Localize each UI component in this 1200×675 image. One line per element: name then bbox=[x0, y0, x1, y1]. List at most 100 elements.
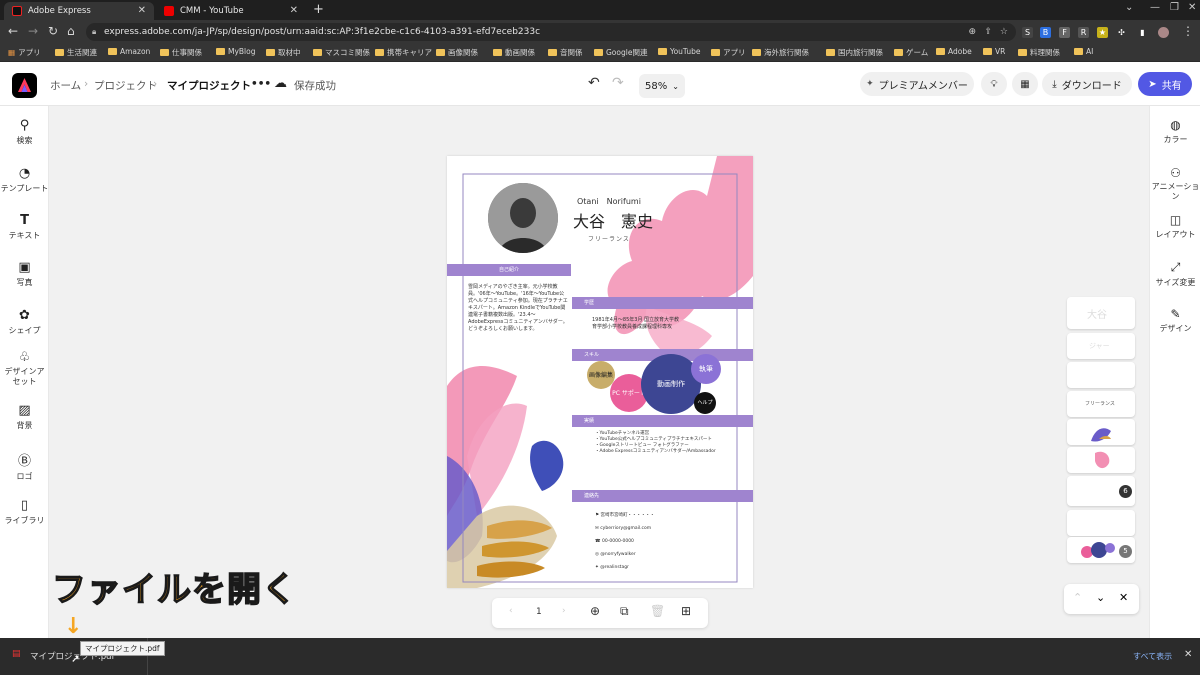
section-header-contact[interactable]: 連絡先 bbox=[572, 490, 753, 502]
layer-thumbnail[interactable]: フリーランス bbox=[1067, 391, 1135, 417]
bookmark-item[interactable]: 料理関係 bbox=[1018, 47, 1060, 58]
sidebar-item-background[interactable]: ▨ 背景 bbox=[0, 403, 49, 431]
new-tab-icon[interactable]: + bbox=[313, 2, 324, 17]
sidebar-item-text[interactable]: T テキスト bbox=[0, 213, 49, 241]
name-english[interactable]: Otani Norifumi bbox=[577, 196, 641, 207]
close-icon[interactable]: ✕ bbox=[1119, 591, 1128, 604]
share-page-icon[interactable]: ⇪ bbox=[984, 23, 992, 41]
bookmark-item[interactable]: MyBlog bbox=[216, 47, 256, 56]
bookmark-item[interactable]: 生活関連 bbox=[55, 47, 97, 58]
sidebar-item-library[interactable]: ▯ ライブラリ bbox=[0, 498, 49, 526]
bookmark-item[interactable]: 取材中 bbox=[266, 47, 301, 58]
design-canvas[interactable]: Otani Norifumi 大谷 憲史 フリーランス 自己紹介 雪岡メディアの… bbox=[447, 156, 753, 588]
section-header-results[interactable]: 実績 bbox=[572, 415, 753, 427]
bookmark-item[interactable]: VR bbox=[983, 47, 1005, 56]
section-header-intro[interactable]: 自己紹介 bbox=[447, 264, 571, 276]
show-all-downloads-link[interactable]: すべて表示 bbox=[1133, 651, 1172, 662]
name-japanese[interactable]: 大谷 憲史 bbox=[573, 208, 653, 232]
layer-thumbnail-group[interactable]: 6 bbox=[1067, 476, 1135, 506]
window-menu-icon[interactable]: ⌄ bbox=[1125, 2, 1133, 13]
zoom-select[interactable]: 58% ⌄ bbox=[639, 74, 685, 98]
bookmark-item[interactable]: Google関連 bbox=[594, 47, 647, 58]
layer-thumbnail[interactable] bbox=[1067, 510, 1135, 536]
maximize-icon[interactable]: ❐ bbox=[1170, 2, 1179, 13]
layer-thumbnail-group[interactable]: 5 bbox=[1067, 537, 1135, 563]
sidebar-item-templates[interactable]: ◔ テンプレート bbox=[0, 166, 49, 194]
layer-thumbnail[interactable] bbox=[1067, 419, 1135, 445]
avatar[interactable] bbox=[1158, 27, 1169, 38]
calendar-button[interactable]: ▦ bbox=[1012, 72, 1038, 96]
bookmark-item[interactable]: Adobe bbox=[936, 47, 972, 56]
sidebar-item-photos[interactable]: ▣ 写真 bbox=[0, 260, 49, 288]
extension-yellow-icon[interactable]: ★ bbox=[1097, 27, 1108, 38]
results-list[interactable]: ・YouTubeチャンネル運営 ・YouTube公式ヘルプコミュニティプラチナエ… bbox=[595, 431, 735, 455]
extension-f-icon[interactable]: F bbox=[1059, 27, 1070, 38]
grid-view-icon[interactable]: ⊞ bbox=[681, 604, 691, 618]
skill-bubble[interactable]: ヘルプ bbox=[694, 392, 716, 414]
tab-adobe-express[interactable]: Adobe Express ✕ bbox=[4, 2, 154, 20]
extension-s-icon[interactable]: S bbox=[1022, 27, 1033, 38]
bookmark-star-icon[interactable]: ☆ bbox=[1000, 23, 1008, 41]
sidebar-item-design[interactable]: ✎ デザイン bbox=[1150, 307, 1200, 334]
contact-list[interactable]: ⚑ 宮崎市宮崎町・・・・・・ ✉ cyberriory@gmail.com ☎ … bbox=[595, 509, 654, 574]
extension-rv-icon[interactable]: R bbox=[1078, 27, 1089, 38]
window-close-icon[interactable]: ✕ bbox=[1188, 2, 1196, 13]
bookmark-item[interactable]: マスコミ関係 bbox=[313, 47, 370, 58]
chevron-down-icon[interactable]: ⌄ bbox=[1096, 591, 1105, 604]
profile-photo[interactable] bbox=[488, 183, 558, 253]
lightbulb-button[interactable]: 💡︎ bbox=[981, 72, 1007, 96]
duplicate-page-icon[interactable]: ⧉ bbox=[620, 604, 629, 619]
close-icon[interactable]: ✕ bbox=[138, 5, 146, 16]
layer-thumbnail[interactable] bbox=[1067, 362, 1135, 388]
close-icon[interactable]: ✕ bbox=[1184, 649, 1192, 660]
install-app-icon[interactable]: ⊕ bbox=[968, 23, 976, 41]
section-header-education[interactable]: 学歴 bbox=[572, 297, 753, 309]
intro-text[interactable]: 雪岡メディアのやざき主宰。元小学校教員。'06年〜YouTube。'16年〜Yo… bbox=[468, 284, 568, 333]
sidebar-item-layout[interactable]: ◫ レイアウト bbox=[1150, 213, 1200, 240]
prev-page-icon[interactable]: ‹ bbox=[509, 606, 513, 616]
breadcrumb-projects[interactable]: プロジェクト bbox=[94, 78, 157, 93]
bookmark-item[interactable]: ▦ アプリ bbox=[8, 47, 41, 58]
close-icon[interactable]: ✕ bbox=[290, 5, 298, 16]
more-options-button[interactable]: ••• bbox=[251, 78, 271, 90]
share-button[interactable]: ➤ 共有 bbox=[1138, 72, 1192, 96]
next-page-icon[interactable]: › bbox=[562, 606, 566, 616]
sidebar-item-resize[interactable]: ⤢ サイズ変更 bbox=[1150, 260, 1200, 288]
browser-menu-icon[interactable]: ⋮ bbox=[1182, 24, 1194, 38]
bookmark-item[interactable]: 動画関係 bbox=[493, 47, 535, 58]
reload-icon[interactable]: ↻ bbox=[48, 24, 58, 38]
bookmark-item[interactable]: 国内旅行関係 bbox=[826, 47, 883, 58]
bookmark-item[interactable]: アプリ bbox=[711, 47, 746, 58]
adobe-express-logo[interactable] bbox=[12, 73, 37, 98]
address-bar[interactable]: 🔒︎ express.adobe.com/ja-JP/sp/design/pos… bbox=[86, 23, 1016, 41]
chevron-up-icon[interactable]: ⌃ bbox=[1073, 591, 1082, 604]
minimize-icon[interactable]: — bbox=[1150, 2, 1160, 13]
bookmark-item[interactable]: ゲーム bbox=[894, 47, 928, 58]
bookmark-item[interactable]: 仕事関係 bbox=[160, 47, 202, 58]
breadcrumb-home[interactable]: ホーム bbox=[50, 78, 81, 93]
role-label[interactable]: フリーランス bbox=[588, 234, 630, 243]
extension-blue-icon[interactable]: B bbox=[1040, 27, 1051, 38]
delete-page-icon[interactable]: 🗑︎ bbox=[650, 604, 665, 618]
layer-thumbnail[interactable] bbox=[1067, 447, 1135, 473]
bookmark-item[interactable]: 携帯キャリア bbox=[375, 47, 432, 58]
home-icon[interactable]: ⌂ bbox=[67, 24, 75, 38]
premium-member-button[interactable]: ✦ プレミアムメンバー bbox=[860, 72, 974, 96]
tab-youtube[interactable]: CMM - YouTube ✕ bbox=[156, 2, 306, 20]
education-text[interactable]: 1981年4月〜85年3月 国立放育大学教育学部小学校教員養成課程理科専攻 bbox=[592, 317, 682, 331]
extensions-puzzle-icon[interactable]: ✣ bbox=[1116, 27, 1127, 38]
bookmark-item[interactable]: 音関係 bbox=[548, 47, 583, 58]
bookmark-item[interactable]: 画像関係 bbox=[436, 47, 478, 58]
bookmark-item[interactable]: Amazon bbox=[108, 47, 150, 56]
skill-bubble[interactable]: 執筆 bbox=[691, 354, 721, 384]
back-icon[interactable]: ← bbox=[8, 24, 18, 38]
download-button[interactable]: ⤓ ダウンロード bbox=[1042, 72, 1132, 96]
bookmark-item[interactable]: YouTube bbox=[658, 47, 701, 56]
forward-icon[interactable]: → bbox=[28, 24, 38, 38]
sidebar-item-logo[interactable]: Ⓑ ロゴ bbox=[0, 450, 49, 482]
sidebar-item-color[interactable]: ◍ カラー bbox=[1150, 118, 1200, 145]
add-page-icon[interactable]: ⊕ bbox=[590, 604, 600, 618]
sidepanel-icon[interactable]: ▮ bbox=[1137, 27, 1148, 38]
page-title[interactable]: マイプロジェクト bbox=[167, 78, 251, 93]
sidebar-item-design-assets[interactable]: ♧ デザインアセット bbox=[0, 350, 49, 387]
